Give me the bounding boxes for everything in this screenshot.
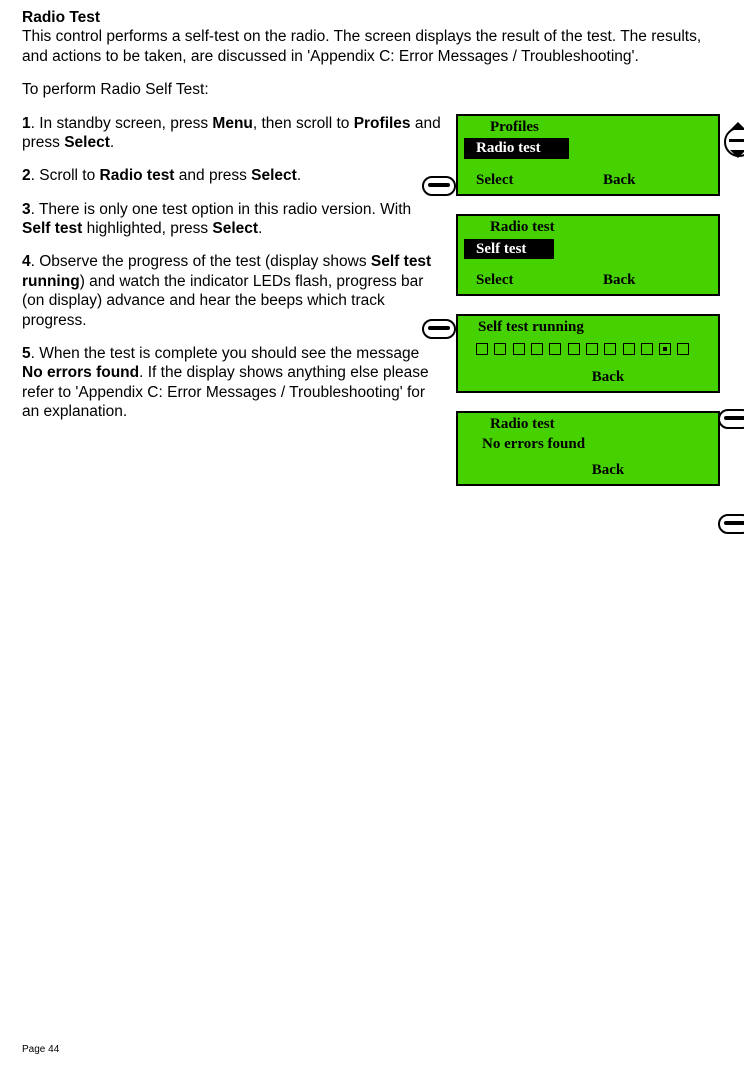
screen2-line1: Radio test bbox=[458, 216, 718, 237]
screen2-highlighted-item: Self test bbox=[464, 239, 554, 260]
step-2-number: 2 bbox=[22, 167, 31, 184]
step-1-number: 1 bbox=[22, 115, 31, 132]
up-down-rocker-icon bbox=[724, 124, 744, 156]
screen2-softkey-back: Back bbox=[591, 271, 718, 290]
steps-column: 1. In standby screen, press Menu, then s… bbox=[22, 114, 442, 436]
step-1: 1. In standby screen, press Menu, then s… bbox=[22, 114, 442, 153]
progress-box bbox=[641, 343, 653, 355]
screen4-softkey-back: Back bbox=[458, 461, 718, 480]
device-screen-profiles: Profiles Radio test Select Back bbox=[456, 114, 720, 196]
step-4-number: 4 bbox=[22, 253, 31, 270]
progress-box-active bbox=[659, 343, 671, 355]
progress-bar bbox=[458, 337, 718, 366]
progress-box bbox=[531, 343, 543, 355]
section-title: Radio Test bbox=[22, 9, 100, 26]
intro-paragraph-1: This control performs a self-test on the… bbox=[22, 28, 701, 64]
progress-box bbox=[549, 343, 561, 355]
screen2-softkey-select: Select bbox=[458, 271, 591, 290]
screen3-softkey-back: Back bbox=[458, 368, 718, 387]
screen3-line1: Self test running bbox=[458, 316, 718, 337]
progress-box bbox=[476, 343, 488, 355]
screen1-line1: Profiles bbox=[458, 116, 718, 137]
device-screen-self-test-running: Self test running Back bbox=[456, 314, 720, 393]
progress-box bbox=[586, 343, 598, 355]
step-4: 4. Observe the progress of the test (dis… bbox=[22, 252, 442, 330]
button-icon bbox=[422, 176, 456, 196]
progress-box bbox=[513, 343, 525, 355]
intro-paragraph-2: To perform Radio Self Test: bbox=[22, 81, 209, 98]
step-5: 5. When the test is complete you should … bbox=[22, 344, 442, 422]
progress-box bbox=[623, 343, 635, 355]
screen1-highlighted-item: Radio test bbox=[464, 138, 569, 159]
device-screen-no-errors: Radio test No errors found Back bbox=[456, 411, 720, 486]
button-icon bbox=[718, 409, 744, 429]
step-3-number: 3 bbox=[22, 201, 31, 218]
progress-box bbox=[568, 343, 580, 355]
button-icon bbox=[422, 319, 456, 339]
device-screen-radio-test: Radio test Self test Select Back bbox=[456, 214, 720, 296]
button-icon bbox=[718, 514, 744, 534]
page-number: Page 44 bbox=[22, 1044, 59, 1057]
progress-box bbox=[494, 343, 506, 355]
progress-box bbox=[604, 343, 616, 355]
step-5-number: 5 bbox=[22, 345, 31, 362]
progress-box bbox=[677, 343, 689, 355]
screen4-line1: Radio test bbox=[458, 413, 718, 434]
screens-column: Profiles Radio test Select Back Radio te… bbox=[452, 114, 722, 505]
screen1-softkey-back: Back bbox=[591, 171, 718, 190]
screen1-softkey-select: Select bbox=[458, 171, 591, 190]
step-3: 3. There is only one test option in this… bbox=[22, 200, 442, 239]
screen4-line2: No errors found bbox=[458, 434, 718, 456]
step-2: 2. Scroll to Radio test and press Select… bbox=[22, 166, 442, 185]
